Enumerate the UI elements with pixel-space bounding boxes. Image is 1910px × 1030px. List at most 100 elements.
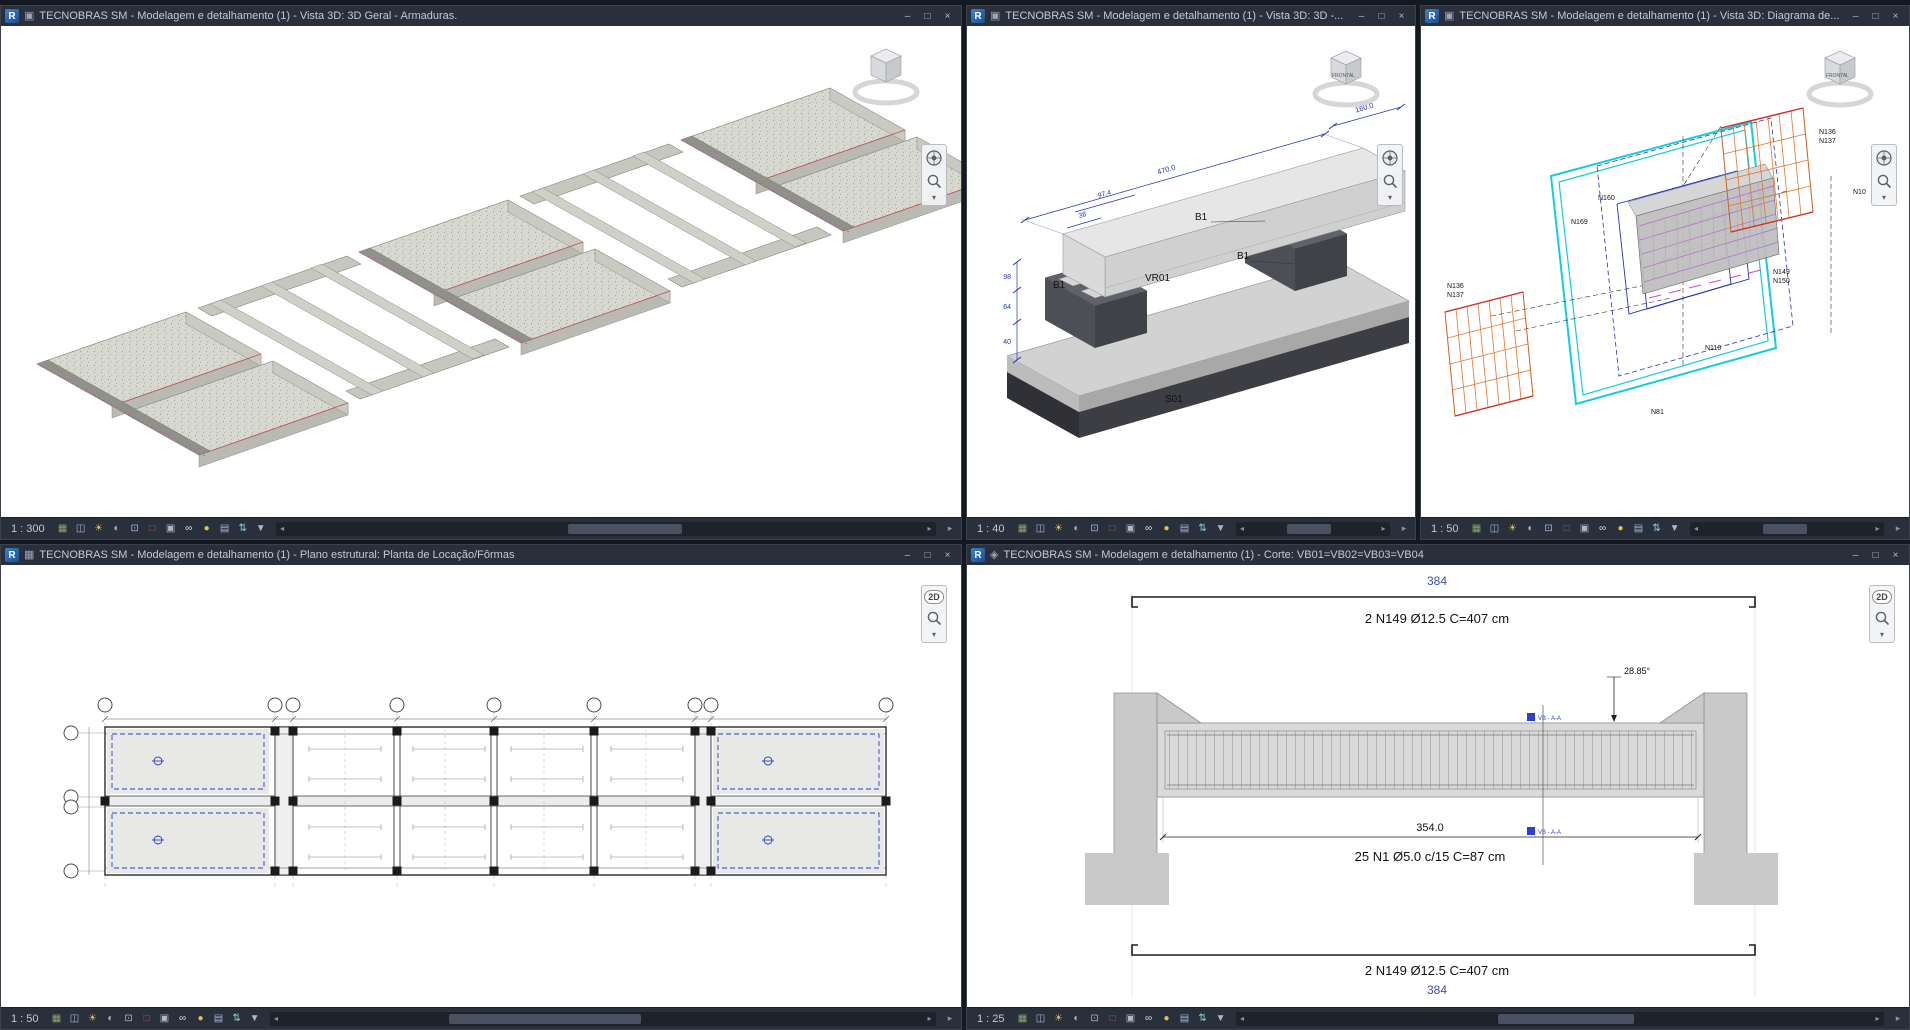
detail-level-icon[interactable]: ▦ xyxy=(1015,521,1031,537)
close-button[interactable]: × xyxy=(1392,8,1411,24)
expand-panel-icon[interactable]: ▸ xyxy=(1891,1013,1905,1024)
scale-button[interactable]: 1 : 40 xyxy=(971,523,1011,535)
sun-path-icon[interactable]: ☀ xyxy=(1051,521,1067,537)
filter-icon[interactable]: ▼ xyxy=(1213,521,1229,537)
minimize-button[interactable]: – xyxy=(898,8,917,24)
scroll-right-icon[interactable]: ▸ xyxy=(923,1012,936,1026)
sun-path-icon[interactable]: ☀ xyxy=(91,521,107,537)
titlebar[interactable]: R ◈ TECNOBRAS SM - Modelagem e detalhame… xyxy=(967,545,1909,565)
section-box-icon[interactable]: ▣ xyxy=(1123,1011,1139,1027)
restore-button[interactable]: □ xyxy=(1866,547,1885,563)
titlebar[interactable]: R ▦ TECNOBRAS SM - Modelagem e detalhame… xyxy=(1,545,961,565)
temporary-view-properties-icon[interactable]: ▤ xyxy=(217,521,233,537)
scroll-right-icon[interactable]: ▸ xyxy=(1377,522,1390,536)
horizontal-scrollbar[interactable]: ◂ ▸ xyxy=(1236,522,1390,536)
crop-region-visibility-icon[interactable]: □ xyxy=(1559,521,1575,537)
reveal-hidden-elements-icon[interactable]: ● xyxy=(1159,1011,1175,1027)
visual-style-icon[interactable]: ◫ xyxy=(67,1011,83,1027)
temporary-hide-isolate-icon[interactable]: ∞ xyxy=(1141,1011,1157,1027)
horizontal-scrollbar[interactable]: ◂ ▸ xyxy=(270,1012,936,1026)
restore-button[interactable]: □ xyxy=(1372,8,1391,24)
worksharing-display-icon[interactable]: ⇅ xyxy=(1195,1011,1211,1027)
temporary-view-properties-icon[interactable]: ▤ xyxy=(1631,521,1647,537)
scrollbar-track[interactable] xyxy=(1703,522,1871,536)
visual-style-icon[interactable]: ◫ xyxy=(1033,1011,1049,1027)
navigation-wheel-icon[interactable] xyxy=(1381,149,1399,167)
minimize-button[interactable]: – xyxy=(1352,8,1371,24)
close-button[interactable]: × xyxy=(1886,547,1905,563)
temporary-view-properties-icon[interactable]: ▤ xyxy=(211,1011,227,1027)
temporary-hide-isolate-icon[interactable]: ∞ xyxy=(175,1011,191,1027)
navigation-wheel-icon[interactable] xyxy=(1875,149,1893,167)
zoom-icon[interactable] xyxy=(926,173,942,189)
reveal-hidden-elements-icon[interactable]: ● xyxy=(193,1011,209,1027)
horizontal-scrollbar[interactable]: ◂ ▸ xyxy=(1690,522,1884,536)
horizontal-scrollbar[interactable]: ◂ ▸ xyxy=(276,522,936,536)
navigation-bar[interactable]: 2D ▾ xyxy=(1869,585,1895,643)
scroll-right-icon[interactable]: ▸ xyxy=(1871,522,1884,536)
sun-path-icon[interactable]: ☀ xyxy=(1051,1011,1067,1027)
detail-level-icon[interactable]: ▦ xyxy=(49,1011,65,1027)
scrollbar-thumb[interactable] xyxy=(1763,524,1807,534)
section-box-icon[interactable]: ▣ xyxy=(163,521,179,537)
scroll-left-icon[interactable]: ◂ xyxy=(1236,1012,1249,1026)
crop-view-icon[interactable]: ⊡ xyxy=(1087,521,1103,537)
restore-button[interactable]: □ xyxy=(1866,8,1885,24)
reveal-hidden-elements-icon[interactable]: ● xyxy=(199,521,215,537)
worksharing-display-icon[interactable]: ⇅ xyxy=(1649,521,1665,537)
chevron-down-icon[interactable]: ▾ xyxy=(932,632,936,638)
chevron-down-icon[interactable]: ▾ xyxy=(1880,632,1884,638)
section-box-icon[interactable]: ▣ xyxy=(157,1011,173,1027)
revit-logo-icon[interactable]: R xyxy=(971,548,985,562)
shadows-icon[interactable]: ◐ xyxy=(109,521,125,537)
temporary-hide-isolate-icon[interactable]: ∞ xyxy=(181,521,197,537)
crop-region-visibility-icon[interactable]: □ xyxy=(1105,1011,1121,1027)
crop-view-icon[interactable]: ⊡ xyxy=(1541,521,1557,537)
expand-panel-icon[interactable]: ▸ xyxy=(1891,523,1905,534)
restore-button[interactable]: □ xyxy=(918,8,937,24)
crop-region-visibility-icon[interactable]: □ xyxy=(145,521,161,537)
visual-style-icon[interactable]: ◫ xyxy=(1033,521,1049,537)
section-box-icon[interactable]: ▣ xyxy=(1123,521,1139,537)
scroll-left-icon[interactable]: ◂ xyxy=(1236,522,1249,536)
view-canvas-rebar-diagram[interactable]: N160 N169 N136 N137 N149 N150 N81 N10 N1… xyxy=(1421,26,1909,517)
2d-wheel-icon[interactable]: 2D xyxy=(924,590,944,604)
scrollbar-thumb[interactable] xyxy=(1287,524,1331,534)
titlebar[interactable]: R ▣ TECNOBRAS SM - Modelagem e detalhame… xyxy=(1421,6,1909,26)
expand-panel-icon[interactable]: ▸ xyxy=(943,523,957,534)
scrollbar-track[interactable] xyxy=(283,1012,923,1026)
horizontal-scrollbar[interactable]: ◂ ▸ xyxy=(1236,1012,1884,1026)
crop-region-visibility-icon[interactable]: □ xyxy=(139,1011,155,1027)
scale-button[interactable]: 1 : 300 xyxy=(5,523,51,535)
scale-button[interactable]: 1 : 50 xyxy=(5,1013,45,1025)
temporary-view-properties-icon[interactable]: ▤ xyxy=(1177,521,1193,537)
view-canvas-plan[interactable]: 2D ▾ xyxy=(1,565,961,1007)
sun-path-icon[interactable]: ☀ xyxy=(85,1011,101,1027)
crop-region-visibility-icon[interactable]: □ xyxy=(1105,521,1121,537)
close-button[interactable]: × xyxy=(938,8,957,24)
revit-logo-icon[interactable]: R xyxy=(971,9,985,23)
scroll-left-icon[interactable]: ◂ xyxy=(1690,522,1703,536)
expand-panel-icon[interactable]: ▸ xyxy=(1397,523,1411,534)
scroll-right-icon[interactable]: ▸ xyxy=(1871,1012,1884,1026)
crop-view-icon[interactable]: ⊡ xyxy=(1087,1011,1103,1027)
zoom-icon[interactable] xyxy=(1876,173,1892,189)
view-canvas-section[interactable]: 384 2 N149 Ø12.5 C=407 cm VB - A-A xyxy=(967,565,1909,1007)
scroll-right-icon[interactable]: ▸ xyxy=(923,522,936,536)
temporary-hide-isolate-icon[interactable]: ∞ xyxy=(1595,521,1611,537)
navigation-bar[interactable]: ▾ xyxy=(921,144,947,206)
revit-logo-icon[interactable]: R xyxy=(5,9,19,23)
restore-button[interactable]: □ xyxy=(918,547,937,563)
visual-style-icon[interactable]: ◫ xyxy=(1487,521,1503,537)
titlebar[interactable]: R ▣ TECNOBRAS SM - Modelagem e detalhame… xyxy=(967,6,1415,26)
zoom-icon[interactable] xyxy=(1382,173,1398,189)
scale-button[interactable]: 1 : 50 xyxy=(1425,523,1465,535)
zoom-icon[interactable] xyxy=(1874,610,1890,626)
navigation-bar[interactable]: ▾ xyxy=(1871,144,1897,206)
scroll-left-icon[interactable]: ◂ xyxy=(276,522,289,536)
view-cube[interactable]: FRONTAL xyxy=(1311,44,1381,110)
close-button[interactable]: × xyxy=(938,547,957,563)
navigation-bar[interactable]: 2D ▾ xyxy=(921,585,947,643)
2d-wheel-icon[interactable]: 2D xyxy=(1872,590,1892,604)
chevron-down-icon[interactable]: ▾ xyxy=(1388,195,1392,201)
